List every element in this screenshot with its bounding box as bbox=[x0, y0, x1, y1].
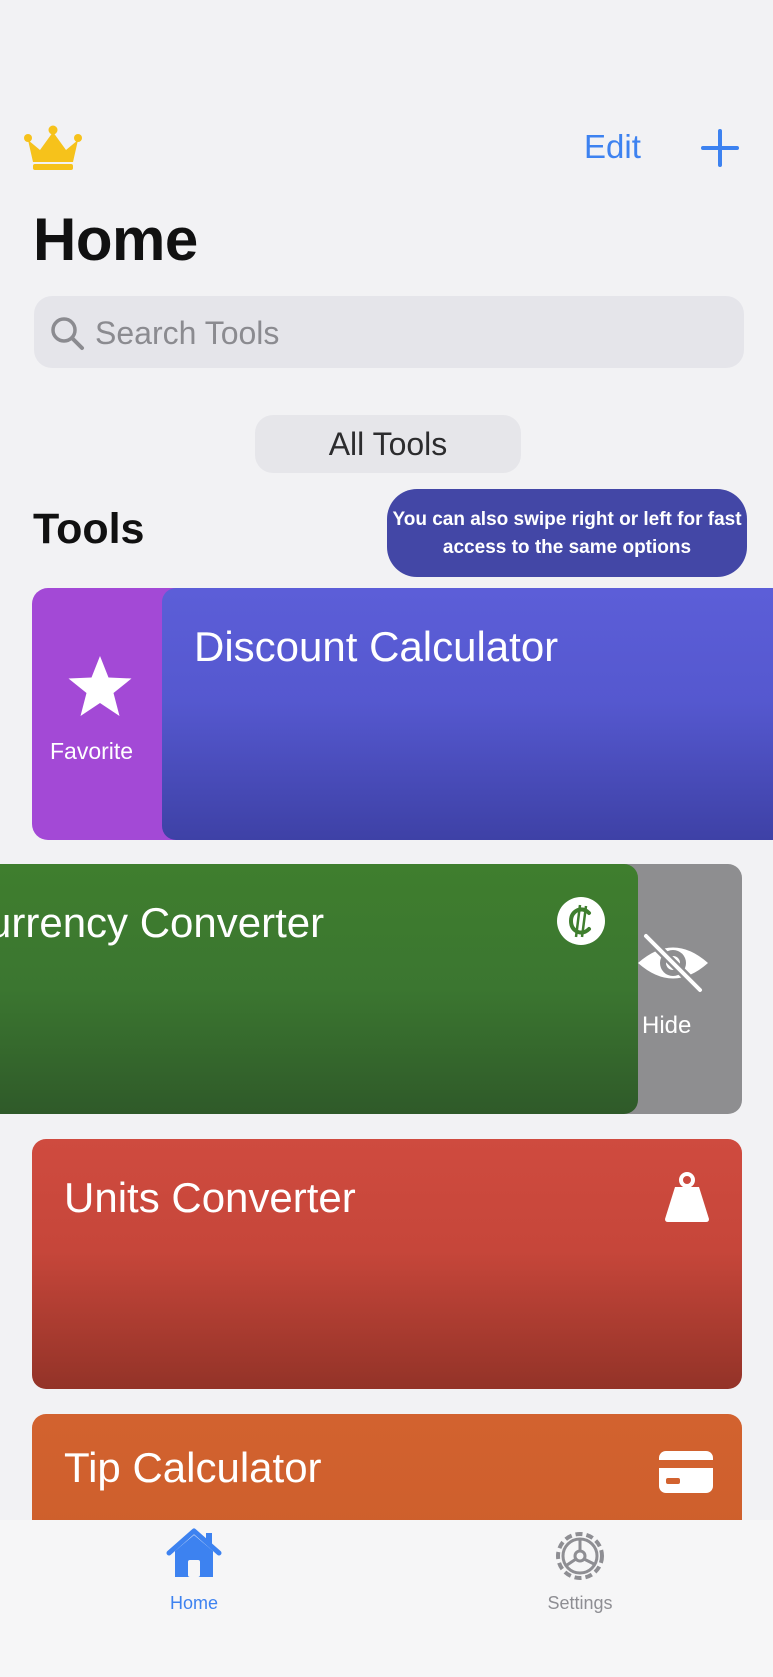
tool-card-title: urrency Converter bbox=[0, 899, 325, 946]
currency-coin-icon bbox=[557, 897, 605, 945]
tool-card-title: Units Converter bbox=[64, 1174, 356, 1221]
plus-icon[interactable] bbox=[700, 128, 740, 168]
page-title: Home bbox=[33, 206, 198, 273]
filter-all-tools[interactable]: All Tools bbox=[255, 415, 521, 473]
search-icon bbox=[51, 317, 84, 350]
swipe-hint-tooltip: You can also swipe right or left for fas… bbox=[387, 489, 747, 577]
tool-card-title: Tip Calculator bbox=[64, 1444, 322, 1491]
tab-bar bbox=[0, 1520, 773, 1677]
credit-card-icon bbox=[659, 1451, 713, 1493]
edit-button[interactable]: Edit bbox=[584, 128, 641, 166]
tool-card-units-converter[interactable]: Units Converter bbox=[32, 1139, 742, 1389]
tool-card-currency-converter[interactable]: urrency Converter bbox=[0, 864, 638, 1114]
hide-label: Hide bbox=[642, 1012, 692, 1039]
tab-home[interactable]: Home bbox=[140, 1527, 248, 1614]
favorite-label: Favorite bbox=[50, 738, 134, 764]
gear-icon bbox=[556, 1532, 604, 1580]
tab-settings-label: Settings bbox=[547, 1593, 613, 1613]
section-heading-tools: Tools bbox=[33, 505, 145, 553]
tool-card-discount-calculator[interactable]: Discount Calculator bbox=[162, 588, 773, 840]
tab-settings[interactable]: Settings bbox=[526, 1527, 634, 1614]
house-icon bbox=[166, 1528, 222, 1577]
search-field[interactable]: Search Tools bbox=[34, 296, 744, 368]
crown-icon[interactable] bbox=[24, 124, 82, 172]
tab-home-label: Home bbox=[169, 1593, 218, 1613]
tool-card-tip-calculator[interactable]: Tip Calculator bbox=[32, 1414, 742, 1534]
tool-card-title: Discount Calculator bbox=[194, 623, 559, 670]
favorite-swipe-action[interactable] bbox=[32, 588, 182, 840]
weight-icon bbox=[665, 1172, 709, 1222]
eye-slash-icon bbox=[638, 931, 708, 995]
search-input[interactable]: Search Tools bbox=[95, 315, 279, 352]
star-icon bbox=[68, 656, 132, 716]
